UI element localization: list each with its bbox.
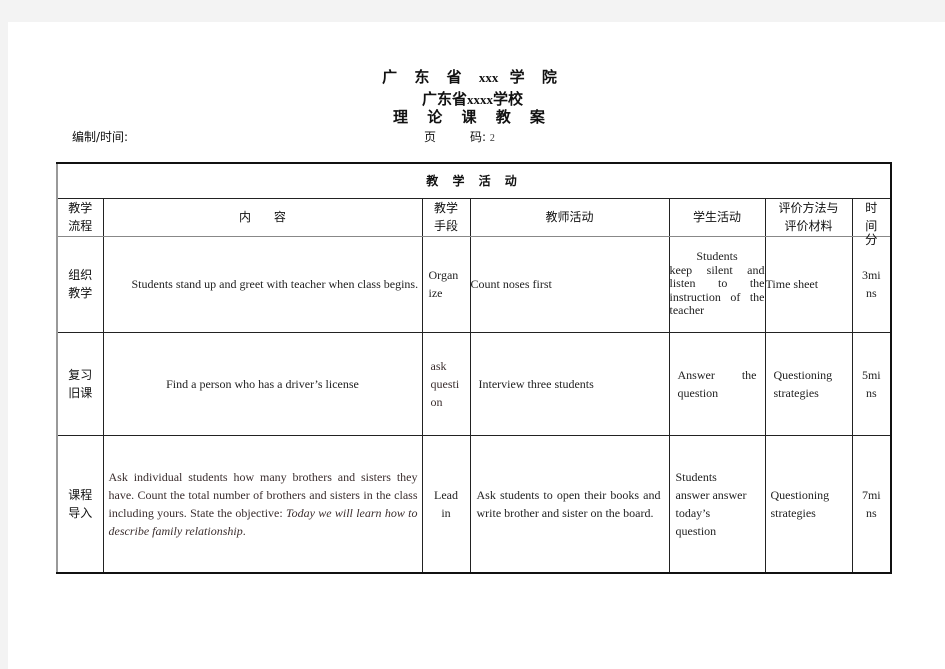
content-end: . [242, 523, 246, 538]
student-line: answer answer [675, 487, 747, 502]
means-line: in [441, 505, 451, 520]
means-cell: Organ ize [421, 235, 471, 333]
means-line: questi [430, 376, 460, 391]
student-line: Students [696, 249, 738, 264]
student-line: question [675, 523, 717, 538]
means-line: on [430, 394, 443, 409]
title-prefix: 广 东 省 [382, 68, 468, 86]
header-line: 评价方法与 [778, 201, 839, 215]
means-cell: ask questi on [421, 331, 471, 436]
page-code-label: 码: [470, 130, 487, 144]
student-line: today’s [675, 505, 711, 520]
title-suffix: 学 院 [509, 68, 563, 86]
header-line: 流程 [68, 219, 93, 233]
header-line: 手段 [433, 219, 458, 233]
means-line: Lead [434, 487, 458, 502]
time-line: 3mi [861, 268, 881, 282]
compile-time-label: 编制/时间: [72, 130, 129, 144]
student-line: keep silent and listen to the instructio… [669, 262, 765, 318]
means-line: ask [430, 358, 447, 373]
student-line: Students [675, 469, 717, 484]
time-line: ns [865, 385, 877, 400]
page-number-field: 页 码: 2 [424, 128, 495, 145]
teacher-activity-cell: Ask students to open their books and wri… [469, 434, 670, 574]
lesson-plan-title: 理 论 课 教 案 [393, 108, 552, 126]
section-title: 教 学 活 动 [426, 173, 522, 188]
student-activity-cell: Students keep silent and listen to the i… [668, 235, 766, 333]
header-label: 内 容 [239, 210, 286, 224]
lesson-plan-table: 教 学 活 动 教学 流程 内 容 教学 手段 教师活动 学生活动 评价方法与 … [56, 162, 893, 574]
header-line: 评价材料 [784, 219, 833, 233]
means-line: ize [428, 286, 443, 300]
evaluation-cell: Questioning strategies [764, 434, 853, 574]
header-line: 时 [865, 201, 878, 215]
col-header-student-activity: 学生活动 [668, 197, 766, 237]
column-header-row: 教学 流程 内 容 教学 手段 教师活动 学生活动 评价方法与 评价材料 时 间 [56, 197, 892, 237]
means-line: Organ [428, 268, 459, 282]
school-placeholder: xxxx [467, 92, 493, 107]
evaluation-cell: Time sheet [764, 235, 853, 333]
time-cell: 分 3mi ns [851, 232, 892, 333]
stage-cell: 复习 旧课 [56, 331, 104, 436]
stage-line: 教学 [68, 286, 93, 300]
school-placeholder: xxx [478, 70, 499, 85]
stage-cell: 课程 导入 [56, 434, 104, 574]
col-header-means: 教学 手段 [421, 197, 471, 237]
header-line: 教学 [433, 201, 458, 215]
content-cell: Ask individual students how many brother… [102, 434, 423, 574]
col-header-teacher-activity: 教师活动 [469, 197, 670, 237]
evaluation-cell: Questioning strategies [764, 331, 853, 436]
time-cell: 5mi ns [851, 331, 892, 436]
page-number: 2 [489, 133, 495, 144]
col-header-evaluation: 评价方法与 评价材料 [764, 197, 853, 237]
stage-line: 旧课 [68, 385, 93, 400]
means-cell: Lead in [421, 434, 471, 574]
col-header-stage: 教学 流程 [56, 197, 104, 237]
table-row: 复习 旧课 Find a person who has a driver’s l… [56, 331, 892, 436]
stage-line: 组织 [68, 268, 93, 282]
stage-cell: 组织 教学 [56, 235, 104, 333]
institution-title: 广 东 省 xxx 学 院 [0, 66, 945, 87]
page-label: 页 [424, 130, 437, 144]
content-cell: Find a person who has a driver’s license [102, 331, 423, 436]
teacher-activity-cell: Interview three students [469, 331, 670, 436]
section-title-row: 教 学 活 动 [56, 162, 892, 199]
stage-line: 复习 [68, 367, 93, 382]
student-activity-cell: Students answer answer today’s question [668, 434, 766, 574]
time-unit-overflow: 分 [865, 231, 878, 247]
stage-line: 课程 [68, 487, 93, 502]
time-line: ns [865, 505, 877, 520]
time-cell: 7mi ns [851, 434, 892, 574]
student-activity-cell: Answer the question [668, 331, 766, 436]
time-line: 5mi [861, 367, 881, 382]
header-line: 教学 [68, 201, 93, 215]
col-header-content: 内 容 [102, 197, 423, 237]
table-row: 课程 导入 Ask individual students how many b… [56, 434, 892, 574]
time-line: ns [865, 286, 877, 300]
stage-line: 导入 [68, 505, 93, 520]
time-line: 7mi [861, 487, 881, 502]
teacher-activity-cell: Count noses first [469, 235, 670, 333]
table-row: 组织 教学 Students stand up and greet with t… [56, 232, 892, 333]
content-cell: Students stand up and greet with teacher… [102, 235, 423, 333]
